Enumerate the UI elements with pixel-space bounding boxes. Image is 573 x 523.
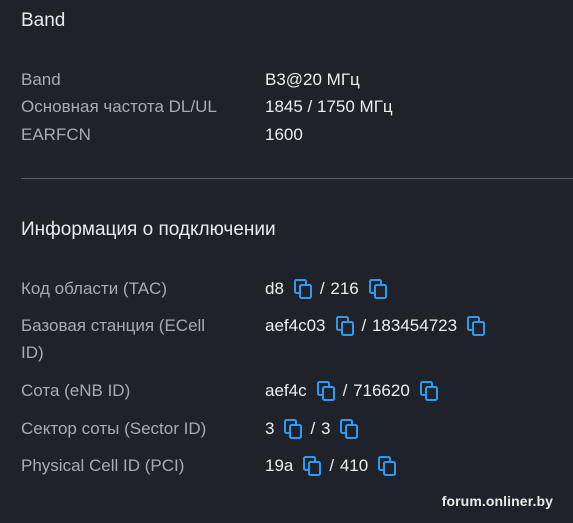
band-value: B3@20 МГц — [265, 70, 360, 89]
section-divider — [21, 178, 573, 179]
enb-id-value: aef4c / 716620 — [265, 377, 446, 404]
copy-icon[interactable] — [418, 380, 440, 402]
earfcn-label: EARFCN — [21, 125, 91, 144]
pci-dec: 410 — [339, 456, 369, 475]
band-label: Band — [21, 70, 61, 89]
ecell-id-label: Базовая станция (ECell ID) — [21, 316, 206, 362]
tac-hex: d8 — [265, 279, 284, 298]
value-separator: / — [342, 381, 348, 400]
enb-id-hex: aef4c — [265, 381, 307, 400]
copy-icon[interactable] — [292, 278, 314, 300]
pci-label: Physical Cell ID (PCI) — [21, 456, 185, 475]
tac-label: Код области (TAC) — [21, 279, 167, 298]
dl-ul-frequency-label: Основная частота DL/UL — [21, 97, 217, 116]
copy-icon[interactable] — [367, 278, 389, 300]
ecell-id-dec: 183454723 — [371, 316, 458, 335]
value-separator: / — [310, 419, 316, 438]
pci-hex: 19a — [265, 456, 294, 475]
value-separator: / — [319, 279, 325, 298]
copy-icon[interactable] — [334, 315, 356, 337]
value-separator: / — [361, 316, 367, 335]
ecell-id-hex: aef4c03 — [265, 316, 326, 335]
ecell-id-value: aef4c03 / 183454723 — [265, 312, 493, 339]
dl-ul-frequency-value: 1845 / 1750 МГц — [265, 97, 393, 116]
earfcn-value: 1600 — [265, 125, 303, 144]
sector-id-value: 3 / 3 — [265, 415, 366, 442]
enb-id-label: Сота (eNB ID) — [21, 381, 131, 400]
tac-value: d8 / 216 — [265, 275, 395, 302]
copy-icon[interactable] — [282, 418, 304, 440]
copy-icon[interactable] — [338, 418, 360, 440]
tac-dec: 216 — [330, 279, 359, 298]
value-separator: / — [329, 456, 335, 475]
pci-value: 19a / 410 — [265, 452, 404, 479]
sector-id-dec: 3 — [320, 419, 331, 438]
sector-id-label: Сектор соты (Sector ID) — [21, 419, 207, 438]
band-section-title: Band — [21, 10, 66, 31]
copy-icon[interactable] — [315, 380, 337, 402]
copy-icon[interactable] — [376, 455, 398, 477]
forum-watermark: forum.onliner.by — [441, 493, 553, 509]
connection-section-title: Информация о подключении — [21, 219, 276, 240]
copy-icon[interactable] — [301, 455, 323, 477]
copy-icon[interactable] — [465, 315, 487, 337]
sector-id-hex: 3 — [265, 419, 275, 438]
enb-id-dec: 716620 — [353, 381, 410, 400]
